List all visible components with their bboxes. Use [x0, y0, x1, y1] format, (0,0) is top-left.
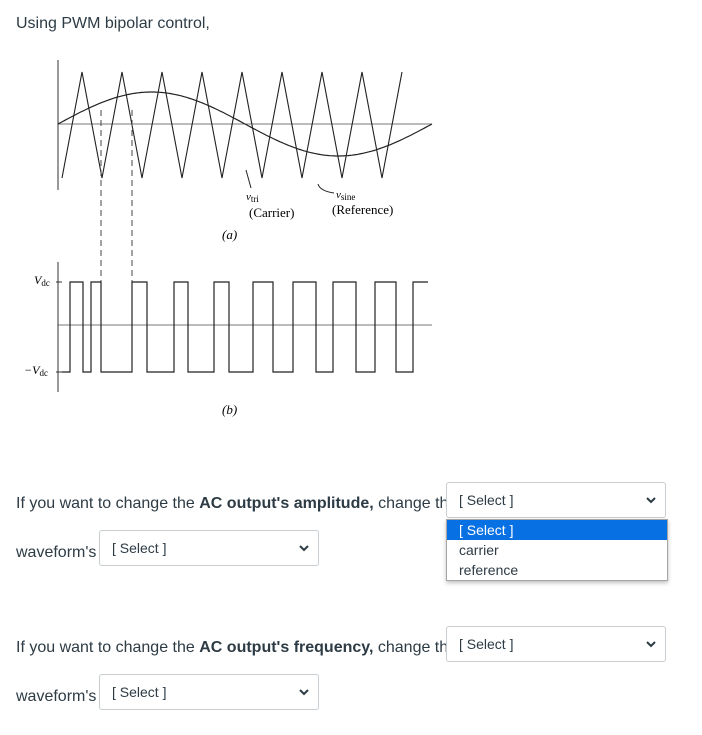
frequency-select-2-value: [ Select ] — [112, 684, 167, 700]
reference-label: (Reference) — [332, 202, 393, 217]
vtri-label: vtri — [246, 191, 259, 204]
q1-bold: AC output's amplitude, — [199, 495, 374, 512]
dropdown-option-reference[interactable]: reference — [447, 560, 667, 580]
question-frequency-text: If you want to change the AC output's fr… — [16, 639, 457, 657]
vdc-label: Vdc — [34, 273, 50, 288]
dropdown-option-select[interactable]: [ Select ] — [447, 520, 667, 540]
question-amplitude-text: If you want to change the AC output's am… — [16, 495, 457, 513]
chevron-down-icon — [646, 641, 656, 648]
neg-vdc-label: −Vdc — [24, 363, 48, 378]
carrier-triangle-path — [61, 71, 403, 179]
frequency-select-1-value: [ Select ] — [459, 636, 514, 652]
amplitude-select-2[interactable]: [ Select ] — [99, 530, 319, 566]
chevron-down-icon — [299, 545, 309, 552]
chevron-down-icon — [299, 689, 309, 696]
dashed-guide-lines — [100, 110, 133, 290]
q2-bold: AC output's frequency, — [199, 639, 374, 656]
q2-waveforms-label: waveform's — [16, 688, 97, 705]
q2-prefix: If you want to change the — [16, 639, 200, 656]
pwm-figure: vtri (Carrier) vsine (Reference) (a) Vdc… — [24, 60, 433, 417]
q1-waveforms-label: waveform's — [16, 544, 97, 561]
carrier-label: (Carrier) — [249, 205, 294, 220]
amplitude-select-1[interactable]: [ Select ] — [446, 482, 666, 518]
carrier-triangle-wave — [61, 71, 403, 179]
vsine-label: vsine — [336, 189, 355, 202]
q1-prefix: If you want to change the — [16, 495, 200, 512]
amplitude-select-1-value: [ Select ] — [459, 492, 514, 508]
reference-pointer — [317, 183, 335, 194]
pwm-output-wave — [62, 281, 428, 373]
panel-a-label: (a) — [222, 227, 237, 242]
frequency-select-2[interactable]: [ Select ] — [99, 674, 319, 710]
dropdown-option-carrier[interactable]: carrier — [447, 540, 667, 560]
carrier-pointer — [245, 169, 252, 189]
q1-suffix: change the — [373, 495, 458, 512]
panel-b-label: (b) — [222, 402, 237, 417]
q2-suffix: change the — [373, 639, 458, 656]
frequency-select-1[interactable]: [ Select ] — [446, 626, 666, 662]
chevron-down-icon — [646, 497, 656, 504]
amplitude-select-2-value: [ Select ] — [112, 540, 167, 556]
amplitude-select-1-dropdown: [ Select ] carrier reference — [446, 519, 668, 581]
